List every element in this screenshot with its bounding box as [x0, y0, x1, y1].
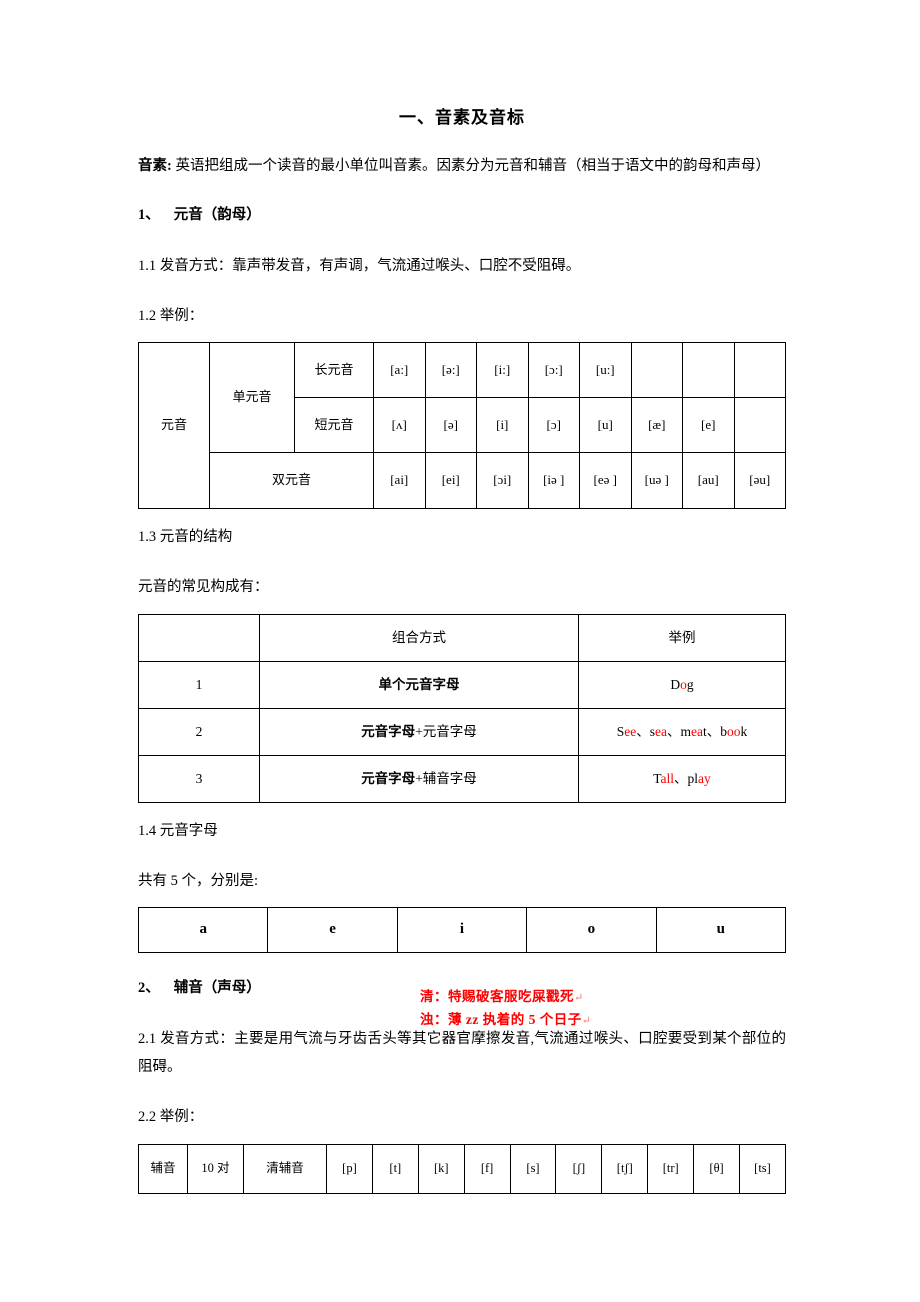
cell-struct-header-1: 组合方式 [259, 613, 579, 662]
cell-long-vowel-5 [630, 342, 683, 399]
cell-struct-combo: 元音字母+元音字母 [259, 707, 579, 756]
vowel-letters-table: a e i o u [137, 907, 787, 954]
annotation-line-2: 浊：薄 zz 执着的 5 个日子↵ [420, 1011, 592, 1027]
cell-struct-example: See、sea、meat、book [578, 707, 786, 756]
cell-diphthong-4: [eə ] [579, 452, 632, 510]
red-mnemonic-annotation: 清：特赐破客服吃屎戳死↵ 浊：薄 zz 执着的 5 个日子↵ [420, 986, 591, 1032]
cell-long-vowel-4: [u:] [579, 342, 632, 399]
paragraph-1-2: 1.2 举例： [138, 307, 204, 324]
table-row: 元音 单元音 长元音 [a:] [ə:] [i:] [ɔ:] [u:] [138, 342, 786, 510]
cell-consonant-1: [t] [371, 1143, 419, 1194]
cell-diphthong-5: [uə ] [630, 452, 683, 510]
cell-consonant-pairs: 10 对 [187, 1143, 244, 1194]
paragraph-mark-icon: ↵ [574, 992, 584, 1004]
cell-long-vowel-7 [733, 342, 786, 399]
cell-short-vowel-4: [u] [579, 397, 632, 454]
cell-consonant-5: [ʃ] [555, 1143, 603, 1194]
cell-letter-u: u [655, 907, 787, 954]
document-page: 一、音素及音标 音素: 英语把组成一个读音的最小单位叫音素。因素分为元音和辅音（… [0, 0, 920, 1302]
cell-struct-header-0 [138, 613, 260, 662]
cell-struct-combo: 元音字母+辅音字母 [259, 754, 579, 803]
heading-section-1: 1、 元音（韵母） [138, 180, 786, 230]
table-row: 组合方式 举例 [138, 613, 786, 662]
cell-monophthong-label: 单元音 [209, 342, 295, 454]
cell-short-vowel-5: [æ] [630, 397, 683, 454]
annotation-line-1: 清：特赐破客服吃屎戳死↵ [420, 989, 584, 1004]
cell-struct-example: Dog [578, 660, 786, 709]
table-row: 2 元音字母+元音字母 See、sea、meat、book [138, 707, 786, 756]
cell-letter-a: a [137, 907, 269, 954]
cell-struct-combo: 单个元音字母 [259, 660, 579, 709]
cell-diphthong-3: [iə ] [527, 452, 580, 510]
cell-letter-o: o [526, 907, 657, 954]
cell-consonant-label: 辅音 [138, 1143, 188, 1194]
heading-2-text: 辅音（声母） [173, 980, 261, 997]
cell-short-vowel-7 [733, 397, 786, 454]
cell-struct-index: 2 [138, 707, 260, 756]
cell-struct-index: 3 [138, 754, 260, 803]
cell-diphthong-7: [əu] [733, 452, 786, 510]
intro-label: 音素: [138, 157, 172, 174]
cell-voiceless-label: 清辅音 [243, 1143, 327, 1194]
cell-short-vowel-label: 短元音 [294, 397, 374, 454]
heading-1-text: 元音（韵母） [173, 207, 261, 224]
table-row: a e i o u [137, 907, 787, 954]
cell-short-vowel-0: [ʌ] [373, 397, 426, 454]
cell-consonant-6: [tʃ] [601, 1143, 649, 1194]
table-row: 1 单个元音字母 Dog [138, 660, 786, 709]
cell-consonant-2: [k] [417, 1143, 465, 1194]
cell-long-vowel-6 [682, 342, 735, 399]
cell-consonant-4: [s] [509, 1143, 557, 1194]
intro-paragraph: 音素: 英语把组成一个读音的最小单位叫音素。因素分为元音和辅音（相当于语文中的韵… [138, 130, 786, 180]
cell-consonant-3: [f] [463, 1143, 511, 1194]
paragraph-1-4b: 共有 5 个，分别是: [138, 872, 259, 889]
paragraph-1-3: 1.3 元音的结构 [138, 529, 233, 546]
page-title: 一、音素及音标 [399, 108, 525, 127]
cell-letter-i: i [396, 907, 528, 954]
cell-short-vowel-3: [ɔ] [527, 397, 580, 454]
cell-struct-header-2: 举例 [578, 613, 786, 662]
cell-vowel-label: 元音 [138, 342, 210, 510]
cell-letter-e: e [267, 907, 398, 954]
cell-consonant-0: [p] [326, 1143, 373, 1194]
cell-diphthong-2: [ɔi] [476, 452, 529, 510]
cell-diphthong-0: [ai] [373, 452, 426, 510]
cell-long-vowel-0: [a:] [373, 342, 426, 399]
paragraph-1-3b: 元音的常见构成有： [138, 579, 269, 596]
cell-consonant-8: [θ] [693, 1143, 741, 1194]
vowel-structure-table: 组合方式 举例 1 单个元音字母 Dog 2 元音字母+元音字母 See、sea… [138, 613, 786, 803]
cell-long-vowel-1: [ə:] [424, 342, 477, 399]
paragraph-1-1: 1.1 发音方式：靠声带发音，有声调，气流通过喉头、口腔不受阻碍。 [138, 257, 581, 274]
cell-short-vowel-2: [i] [476, 397, 529, 454]
table-row: 辅音 10 对 清辅音 [p] [t] [k] [f] [s] [ʃ] [tʃ]… [138, 1143, 786, 1194]
cell-diphthong-label: 双元音 [209, 452, 374, 510]
heading-1-number: 1、 [138, 207, 160, 224]
cell-diphthong-6: [au] [682, 452, 735, 510]
cell-long-vowel-3: [ɔ:] [527, 342, 580, 399]
heading-2-number: 2、 [138, 980, 160, 997]
paragraph-mark-icon: ↵ [581, 1014, 592, 1027]
cell-struct-index: 1 [138, 660, 260, 709]
cell-consonant-9: [ts] [739, 1143, 786, 1194]
cell-struct-example: Tall、play [578, 754, 786, 803]
intro-text: 英语把组成一个读音的最小单位叫音素。因素分为元音和辅音（相当于语文中的韵母和声母… [171, 157, 770, 174]
vowel-phoneme-table: 元音 单元音 长元音 [a:] [ə:] [i:] [ɔ:] [u:] 短元音 … [138, 342, 786, 510]
paragraph-2-2: 2.2 举例： [138, 1109, 204, 1126]
consonant-table: 辅音 10 对 清辅音 [p] [t] [k] [f] [s] [ʃ] [tʃ]… [138, 1143, 786, 1194]
cell-long-vowel-label: 长元音 [294, 342, 374, 399]
table-row: 双元音 [ai] [ei] [ɔi] [iə ] [eə ] [uə ] [au… [139, 452, 786, 510]
paragraph-1-4: 1.4 元音字母 [138, 822, 218, 839]
table-row: 3 元音字母+辅音字母 Tall、play [138, 754, 786, 803]
cell-long-vowel-2: [i:] [476, 342, 529, 399]
cell-diphthong-1: [ei] [424, 452, 477, 510]
cell-short-vowel-6: [e] [682, 397, 735, 454]
cell-short-vowel-1: [ə] [424, 397, 477, 454]
cell-consonant-7: [tr] [647, 1143, 695, 1194]
